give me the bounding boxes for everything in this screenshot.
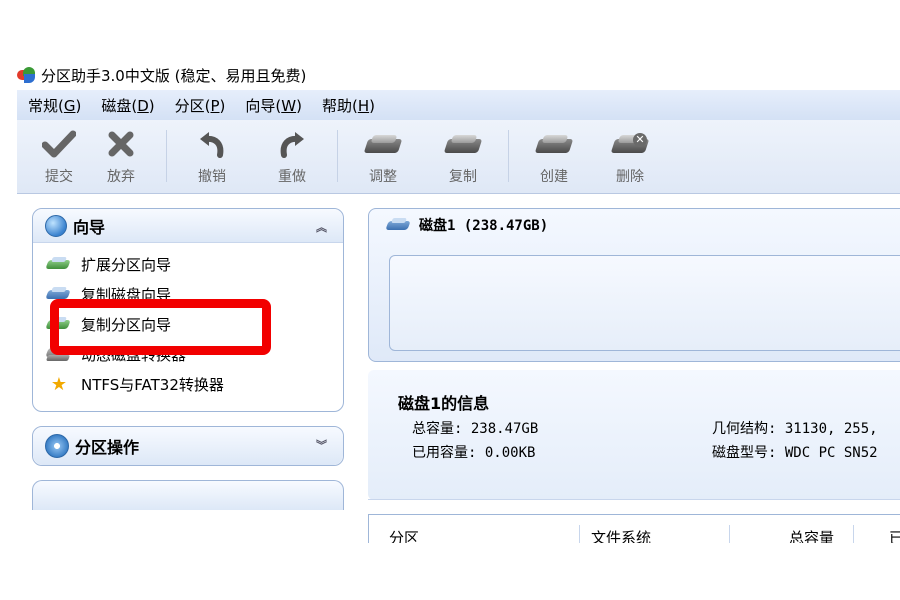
column-header-partition[interactable]: 分区 (389, 527, 419, 543)
toolbar-separator (508, 130, 509, 182)
info-row: 总容量: 238.47GB 几何结构: 31130, 255, (398, 418, 900, 438)
title-bar: 分区助手3.0中文版 (稳定、易用且免费) (17, 64, 306, 86)
menu-partition[interactable]: 分区(P) (175, 95, 226, 116)
delete-label: 删除 (616, 169, 644, 185)
column-divider[interactable] (579, 525, 580, 543)
create-button[interactable]: 创建 (523, 120, 585, 186)
info-row: 已用容量: 0.00KB 磁盘型号: WDC PC SN52 (398, 442, 900, 462)
undo-arrow-icon (192, 128, 232, 160)
used-capacity: 已用容量: 0.00KB (412, 445, 536, 461)
column-header-used[interactable]: 已 (889, 527, 900, 543)
menu-bar: 常规(G) 磁盘(D) 分区(P) 向导(W) 帮助(H) (17, 90, 900, 120)
total-capacity: 总容量: 238.47GB (412, 421, 539, 437)
sidebar: 向导 ︽ 扩展分区向导 复制磁盘向导 复制分区向导 动态磁盘转换器 ★ NTFS… (32, 208, 344, 510)
expand-chevron-icon[interactable]: ︾ (316, 437, 327, 453)
column-divider[interactable] (853, 525, 854, 543)
toolbar-separator (166, 130, 167, 182)
redo-arrow-icon (272, 128, 312, 160)
next-panel-header[interactable] (32, 480, 344, 510)
extend-disk-icon (45, 256, 71, 272)
discard-label: 放弃 (107, 169, 135, 185)
create-label: 创建 (540, 169, 568, 185)
wizard-item-ntfs-fat32[interactable]: ★ NTFS与FAT32转换器 (45, 369, 343, 399)
column-header-capacity[interactable]: 总容量 (789, 527, 834, 543)
delete-button[interactable]: ✕ 删除 (599, 120, 661, 186)
menu-wizard[interactable]: 向导(W) (245, 95, 302, 116)
disk-card[interactable]: 磁盘1 (238.47GB) 未 (368, 208, 900, 362)
app-logo-icon (17, 67, 35, 83)
disk-info-panel: 磁盘1的信息 总容量: 238.47GB 几何结构: 31130, 255, 已… (368, 370, 900, 500)
copy-button[interactable]: 复制 (432, 120, 494, 186)
disk-model: 磁盘型号: WDC PC SN52 (712, 445, 878, 461)
resize-button[interactable]: 调整 (352, 120, 414, 186)
wizard-panel-header[interactable]: 向导 ︽ (33, 209, 343, 243)
star-icon: ★ (50, 373, 68, 395)
create-disk-icon (534, 128, 574, 160)
divider (368, 499, 900, 500)
x-icon (101, 128, 141, 160)
undo-label: 撤销 (198, 169, 226, 185)
main-area: 磁盘1 (238.47GB) 未 磁盘1的信息 总容量: 238.47GB 几何… (368, 208, 900, 543)
delete-disk-icon: ✕ (610, 128, 650, 160)
wizard-panel-title: 向导 (73, 217, 106, 237)
disk-icon (385, 217, 411, 233)
menu-general[interactable]: 常规(G) (28, 95, 81, 116)
submit-label: 提交 (45, 169, 73, 185)
menu-help[interactable]: 帮助(H) (322, 95, 375, 116)
disc-icon (45, 434, 69, 458)
copy-label: 复制 (449, 169, 477, 185)
submit-button[interactable]: 提交 (28, 120, 90, 186)
disk-info-title: 磁盘1的信息 (398, 394, 490, 413)
disk-header-label: 磁盘1 (238.47GB) (419, 218, 549, 234)
window-title: 分区助手3.0中文版 (稳定、易用且免费) (41, 66, 307, 85)
discard-button[interactable]: 放弃 (90, 120, 152, 186)
highlight-annotation (50, 299, 271, 355)
copy-disk-icon (443, 128, 483, 160)
wizard-item-label: NTFS与FAT32转换器 (81, 375, 224, 394)
undo-button[interactable]: 撤销 (181, 120, 243, 186)
partition-ops-header[interactable]: 分区操作 ︾ (33, 427, 343, 465)
disk-header: 磁盘1 (238.47GB) (369, 209, 900, 241)
column-divider[interactable] (729, 525, 730, 543)
collapse-chevron-icon[interactable]: ︽ (316, 219, 327, 235)
checkmark-icon (39, 128, 79, 160)
resize-label: 调整 (369, 169, 397, 185)
resize-disk-icon (363, 128, 403, 160)
app-window: 分区助手3.0中文版 (稳定、易用且免费) 常规(G) 磁盘(D) 分区(P) … (17, 56, 900, 543)
partition-table: 分区 文件系统 总容量 已 (368, 514, 900, 543)
disk-geometry: 几何结构: 31130, 255, (712, 421, 878, 437)
column-header-filesystem[interactable]: 文件系统 (591, 527, 651, 543)
redo-button[interactable]: 重做 (261, 120, 323, 186)
partition-bar[interactable]: 未 (389, 255, 900, 351)
redo-label: 重做 (278, 169, 306, 185)
toolbar: 提交 放弃 撤销 重做 调整 复制 创建 ✕ 删除 (17, 120, 900, 194)
toolbar-separator (337, 130, 338, 182)
wizard-item-extend-partition[interactable]: 扩展分区向导 (45, 249, 343, 279)
wizard-item-label: 扩展分区向导 (81, 255, 172, 274)
globe-icon (45, 214, 67, 237)
partition-ops-panel: 分区操作 ︾ (32, 426, 344, 466)
partition-ops-title: 分区操作 (75, 438, 140, 457)
menu-disk[interactable]: 磁盘(D) (101, 95, 154, 116)
